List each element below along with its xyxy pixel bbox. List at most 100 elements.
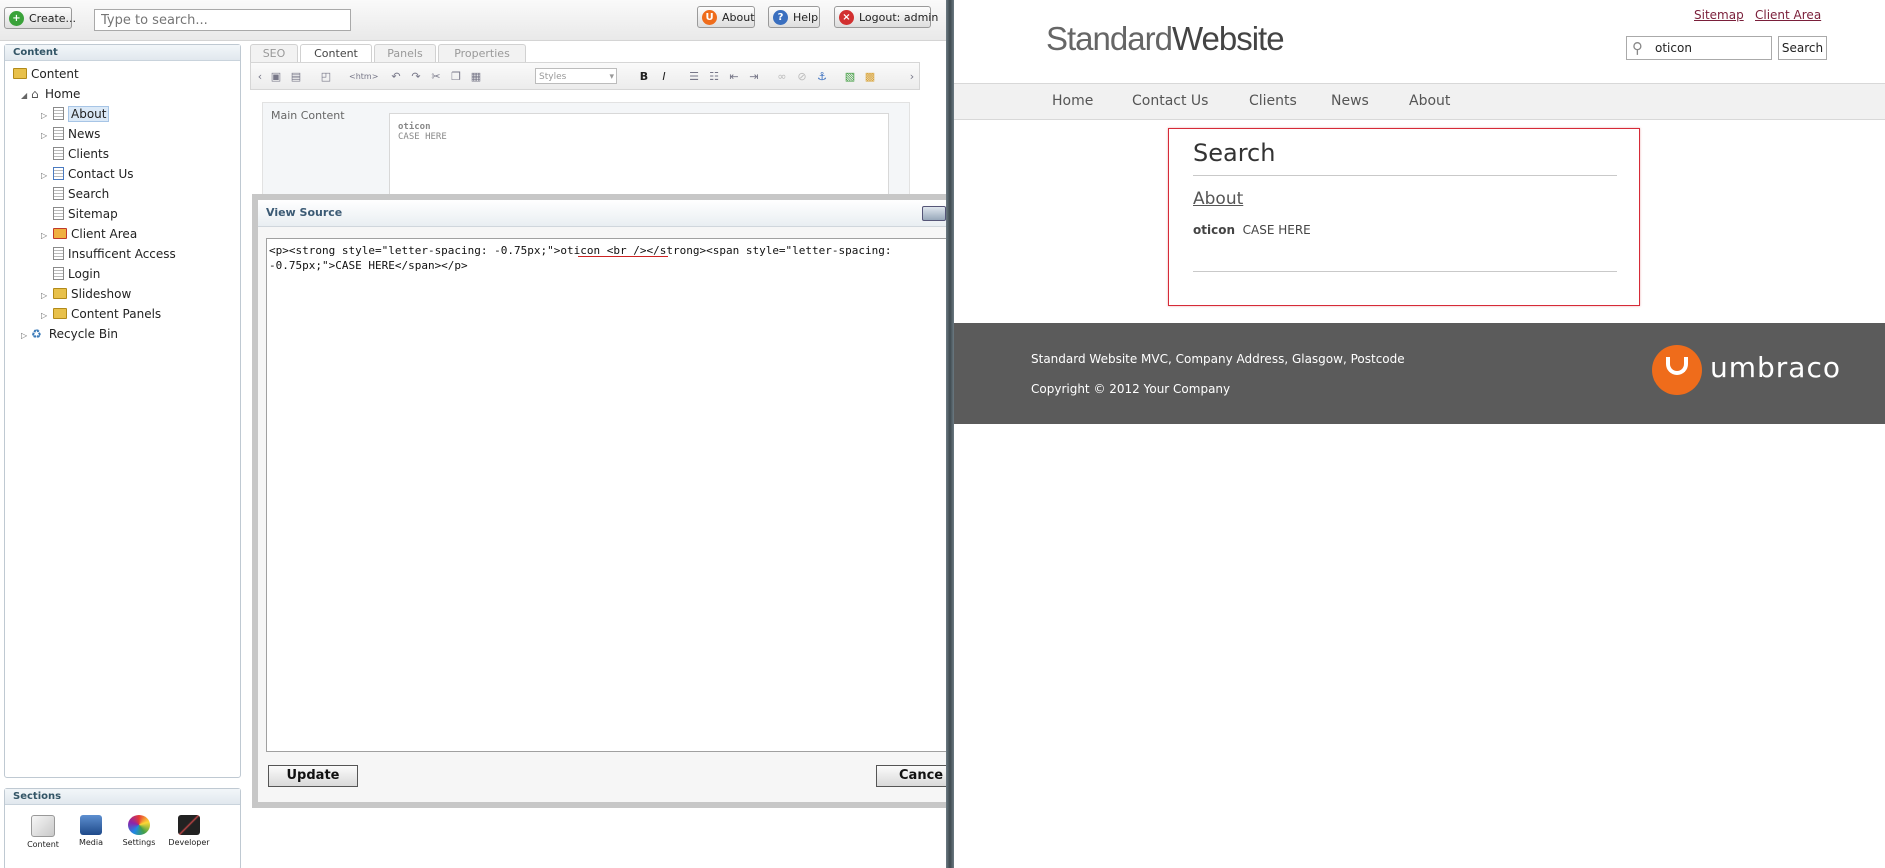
- preview-icon[interactable]: ◰: [319, 70, 333, 83]
- bullet-list-icon[interactable]: ☰: [687, 70, 701, 83]
- site-footer: Standard Website MVC, Company Address, G…: [954, 323, 1885, 424]
- tree-item-login[interactable]: Login: [51, 265, 100, 283]
- section-content[interactable]: Content: [21, 815, 65, 849]
- source-code-textarea[interactable]: <p><strong style="letter-spacing: -0.75p…: [266, 238, 946, 752]
- tree-item-contact-us[interactable]: ▷ Contact Us: [41, 165, 134, 183]
- content-section-icon: [31, 815, 55, 837]
- client-area-link[interactable]: Client Area: [1755, 8, 1821, 22]
- tree-item-sitemap[interactable]: Sitemap: [51, 205, 118, 223]
- styles-dropdown[interactable]: Styles ▾: [535, 68, 617, 84]
- collapsed-triangle-icon[interactable]: ▷: [41, 307, 51, 325]
- umbraco-wordmark: umbraco: [1710, 351, 1841, 384]
- source-highlight-underline: [578, 256, 668, 257]
- tab-content[interactable]: Content: [300, 44, 372, 62]
- tree-item-about[interactable]: ▷ About: [41, 105, 110, 125]
- collapsed-triangle-icon[interactable]: ▷: [21, 327, 31, 345]
- collapsed-triangle-icon[interactable]: ▷: [41, 227, 51, 245]
- tree-item-content-panels[interactable]: ▷ Content Panels: [41, 305, 161, 323]
- main-content-label: Main Content: [271, 109, 345, 122]
- divider: [1193, 271, 1617, 272]
- undo-icon[interactable]: ↶: [389, 70, 403, 83]
- search-result-snippet: oticon CASE HERE: [1193, 223, 1311, 237]
- tab-panels[interactable]: Panels: [374, 44, 436, 62]
- link-icon[interactable]: ∞: [775, 70, 789, 83]
- anchor-icon[interactable]: ⚓: [815, 70, 829, 83]
- italic-icon[interactable]: I: [657, 70, 671, 83]
- html-source-icon[interactable]: <htm>: [349, 70, 378, 83]
- numbered-list-icon[interactable]: ☷: [707, 70, 721, 83]
- section-developer[interactable]: Developer: [167, 815, 211, 847]
- tree-item-recycle-bin[interactable]: ▷ ♻ Recycle Bin: [21, 325, 118, 343]
- public-website: StandardWebsite Sitemap Client Area ⚲ ot…: [954, 0, 1885, 868]
- tree-item-search[interactable]: Search: [51, 185, 109, 203]
- tree-item-client-area[interactable]: ▷ Client Area: [41, 225, 137, 243]
- scroll-right-icon[interactable]: ›: [905, 70, 919, 83]
- tree-item-news[interactable]: ▷ News: [41, 125, 100, 143]
- sitemap-link[interactable]: Sitemap: [1694, 8, 1744, 22]
- insert-macro-icon[interactable]: ▩: [863, 70, 877, 83]
- expanded-triangle-icon[interactable]: ◢: [21, 87, 31, 105]
- save-icon[interactable]: ▣: [269, 70, 283, 83]
- nav-contact-us[interactable]: Contact Us: [1132, 93, 1208, 109]
- search-result-link[interactable]: About: [1193, 189, 1243, 209]
- about-button[interactable]: U About: [697, 6, 755, 28]
- maximize-icon[interactable]: [922, 206, 946, 221]
- document-icon: [53, 127, 64, 140]
- copy-icon[interactable]: ❐: [449, 70, 463, 83]
- backoffice-top-toolbar: + Create... U About ? Help × Logout: adm…: [0, 0, 946, 41]
- collapsed-triangle-icon[interactable]: ▷: [41, 127, 51, 145]
- create-button[interactable]: + Create...: [4, 7, 76, 29]
- view-source-dialog: View Source <p><strong style="letter-spa…: [252, 194, 946, 808]
- nav-clients[interactable]: Clients: [1249, 93, 1297, 109]
- logout-button[interactable]: × Logout: admin: [834, 6, 938, 28]
- folder-icon: [53, 288, 67, 299]
- backoffice-search-input[interactable]: [94, 9, 351, 31]
- section-media[interactable]: Media: [69, 815, 113, 847]
- search-results-box: Search About oticon CASE HERE: [1168, 128, 1640, 306]
- bold-icon[interactable]: B: [637, 70, 651, 83]
- tree-item-slideshow[interactable]: ▷ Slideshow: [41, 285, 131, 303]
- save-publish-icon[interactable]: ▤: [289, 70, 303, 83]
- outdent-icon[interactable]: ⇤: [727, 70, 741, 83]
- redo-icon[interactable]: ↷: [409, 70, 423, 83]
- document-icon: [53, 207, 64, 220]
- umbraco-icon: U: [702, 10, 717, 25]
- nav-news[interactable]: News: [1331, 93, 1369, 109]
- cancel-button[interactable]: Cance: [876, 765, 946, 787]
- document-icon: [53, 147, 64, 160]
- nav-about[interactable]: About: [1409, 93, 1450, 109]
- folder-icon: [53, 308, 67, 319]
- collapsed-triangle-icon[interactable]: ▷: [41, 107, 51, 125]
- collapsed-triangle-icon[interactable]: ▷: [41, 287, 51, 305]
- document-icon: [53, 267, 64, 280]
- sections-panel: Sections Content Media Settings Develope…: [4, 788, 241, 868]
- paste-icon[interactable]: ▦: [469, 70, 483, 83]
- search-page-title: Search: [1193, 139, 1276, 167]
- nav-home[interactable]: Home: [1052, 93, 1093, 109]
- document-icon: [53, 187, 64, 200]
- section-settings[interactable]: Settings: [117, 815, 161, 847]
- scroll-left-icon[interactable]: ‹: [253, 70, 267, 83]
- document-icon: [53, 107, 64, 120]
- site-logo[interactable]: StandardWebsite: [1046, 20, 1285, 58]
- help-button[interactable]: ? Help: [768, 6, 820, 28]
- tab-seo[interactable]: SEO: [250, 44, 298, 62]
- tree-item-home[interactable]: ◢ ⌂ Home: [21, 85, 80, 103]
- site-search-input[interactable]: ⚲ oticon: [1626, 36, 1772, 60]
- view-source-title: View Source: [266, 206, 343, 219]
- form-document-icon: [53, 167, 64, 180]
- unlink-icon[interactable]: ⊘: [795, 70, 809, 83]
- tab-properties[interactable]: Properties: [438, 44, 526, 62]
- collapsed-triangle-icon[interactable]: ▷: [41, 167, 51, 185]
- window-divider[interactable]: [946, 0, 954, 868]
- document-icon: [53, 247, 64, 260]
- indent-icon[interactable]: ⇥: [747, 70, 761, 83]
- insert-image-icon[interactable]: ▧: [843, 70, 857, 83]
- tree-item-clients[interactable]: Clients: [51, 145, 109, 163]
- footer-copyright: Copyright © 2012 Your Company: [1031, 382, 1231, 396]
- cut-icon[interactable]: ✂: [429, 70, 443, 83]
- tree-item-insufficent-access[interactable]: Insufficent Access: [51, 245, 176, 263]
- site-search-button[interactable]: Search: [1778, 36, 1827, 60]
- tree-item-content[interactable]: Content: [11, 65, 79, 83]
- update-button[interactable]: Update: [268, 765, 358, 787]
